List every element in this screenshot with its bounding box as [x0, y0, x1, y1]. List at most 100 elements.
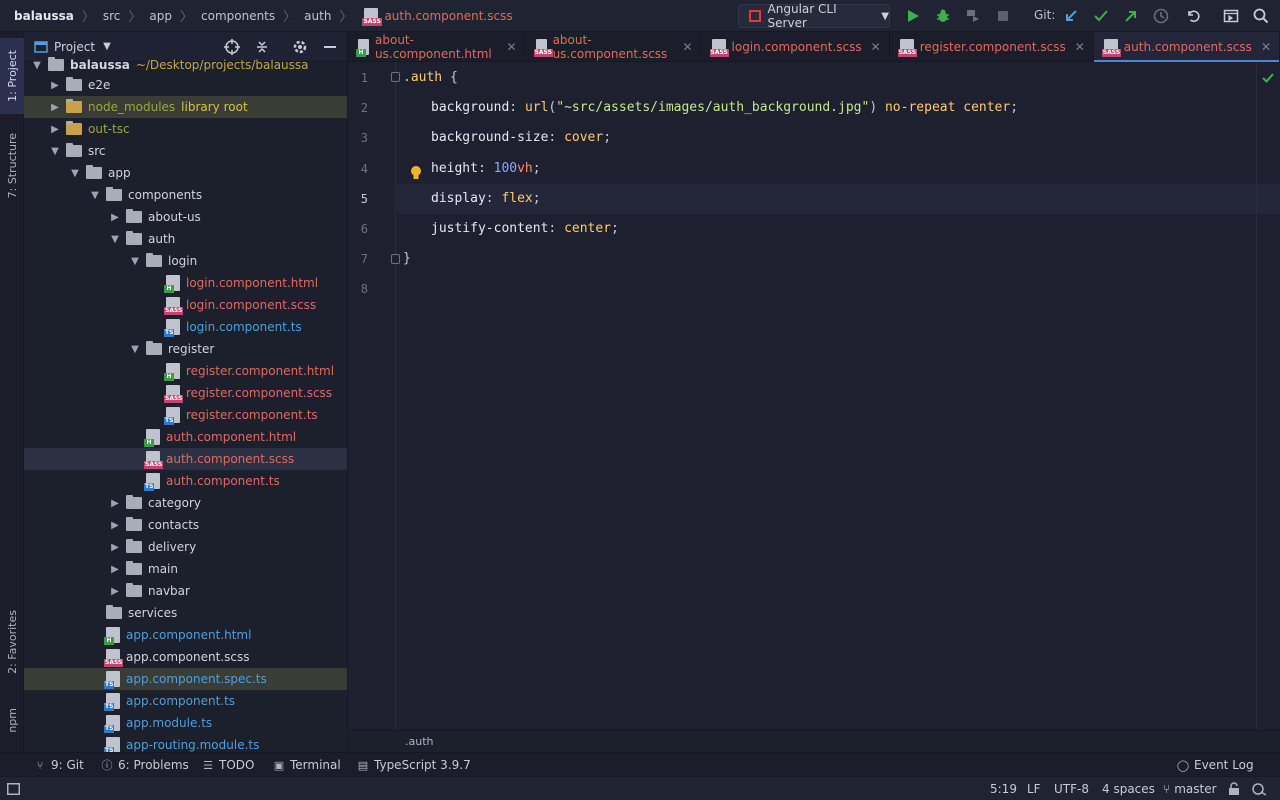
- git-history-button[interactable]: [1152, 7, 1170, 25]
- locate-button[interactable]: [224, 39, 240, 55]
- tree-row[interactable]: ▶ e2e: [24, 74, 347, 96]
- presentation-mode-button[interactable]: [1222, 7, 1240, 25]
- chevron-down-icon[interactable]: ▼: [128, 250, 142, 272]
- chevron-down-icon[interactable]: ▼: [128, 338, 142, 360]
- tree-row[interactable]: ▶ navbar: [24, 580, 347, 602]
- editor-tab-active[interactable]: SASS auth.component.scss ✕: [1093, 32, 1280, 62]
- chevron-down-icon[interactable]: ▼: [48, 140, 62, 162]
- problems-tool-button[interactable]: ⓘ 6: Problems: [101, 758, 189, 772]
- tree-row[interactable]: SASS app.component.scss: [24, 646, 347, 668]
- chevron-right-icon[interactable]: ▶: [48, 96, 62, 118]
- chevron-right-icon[interactable]: ▶: [108, 206, 122, 228]
- tree-row[interactable]: TS app.component.ts: [24, 690, 347, 712]
- tree-row[interactable]: ▼ auth: [24, 228, 347, 250]
- git-commit-button[interactable]: [1092, 7, 1110, 25]
- close-icon[interactable]: ✕: [1075, 40, 1085, 54]
- tree-row[interactable]: ▼ app: [24, 162, 347, 184]
- tree-row[interactable]: SASS register.component.scss: [24, 382, 347, 404]
- run-button[interactable]: [904, 7, 922, 25]
- todo-tool-button[interactable]: ☰ TODO: [202, 758, 254, 772]
- search-everywhere-button[interactable]: [1252, 7, 1270, 25]
- git-tool-button[interactable]: ⑂ 9: Git: [34, 758, 84, 772]
- settings-button[interactable]: [292, 39, 308, 55]
- fold-marker-icon[interactable]: [391, 254, 400, 264]
- chevron-right-icon[interactable]: ▶: [108, 580, 122, 602]
- close-icon[interactable]: ✕: [682, 40, 692, 54]
- breadcrumb-file[interactable]: SASS auth.component.scss: [360, 7, 513, 26]
- structure-tool-tab[interactable]: 7: Structure: [0, 124, 24, 208]
- tree-row-root[interactable]: ▼ balaussa ~/Desktop/projects/balaussa: [24, 54, 347, 76]
- tree-row[interactable]: ▼ src: [24, 140, 347, 162]
- hide-panel-button[interactable]: [322, 39, 338, 55]
- favorites-tool-tab[interactable]: 2: Favorites: [0, 600, 24, 684]
- tree-row[interactable]: ▼ login: [24, 250, 347, 272]
- tree-row[interactable]: ▼ components: [24, 184, 347, 206]
- chevron-right-icon[interactable]: ▶: [48, 118, 62, 140]
- breadcrumb-item[interactable]: src: [103, 9, 121, 23]
- chevron-right-icon[interactable]: ▶: [108, 514, 122, 536]
- tree-row[interactable]: H register.component.html: [24, 360, 347, 382]
- git-branch[interactable]: ⑂ master: [1163, 782, 1217, 796]
- terminal-tool-button[interactable]: ▣ Terminal: [273, 758, 341, 772]
- editor-breadcrumb-label[interactable]: .auth: [405, 735, 434, 748]
- breadcrumb-item[interactable]: auth: [304, 9, 331, 23]
- line-separator[interactable]: LF: [1027, 782, 1041, 796]
- event-log-button[interactable]: ◯ Event Log: [1177, 758, 1254, 772]
- tree-row[interactable]: ▶ main: [24, 558, 347, 580]
- close-icon[interactable]: ✕: [871, 40, 881, 54]
- editor-tab[interactable]: SASS login.component.scss ✕: [702, 32, 890, 62]
- chevron-right-icon[interactable]: ▶: [48, 74, 62, 96]
- collapse-all-button[interactable]: [254, 39, 270, 55]
- stop-button[interactable]: [994, 7, 1012, 25]
- breadcrumb-item[interactable]: app: [149, 9, 172, 23]
- git-update-button[interactable]: [1062, 7, 1080, 25]
- tree-row[interactable]: TS app-routing.module.ts: [24, 734, 347, 752]
- tree-row[interactable]: ▼ register: [24, 338, 347, 360]
- fold-marker-icon[interactable]: [391, 72, 400, 82]
- tree-row[interactable]: ▶ about-us: [24, 206, 347, 228]
- project-tool-tab[interactable]: 1: Project: [0, 38, 24, 114]
- tree-row[interactable]: TS app.component.spec.ts: [24, 668, 347, 690]
- indent-setting[interactable]: 4 spaces: [1102, 782, 1155, 796]
- inspector-icon[interactable]: [1252, 782, 1268, 796]
- close-icon[interactable]: ✕: [507, 40, 517, 54]
- tree-row[interactable]: H app.component.html: [24, 624, 347, 646]
- git-rollback-button[interactable]: [1184, 7, 1202, 25]
- editor-tab[interactable]: SASS register.component.scss ✕: [890, 32, 1094, 62]
- chevron-down-icon[interactable]: ▼: [88, 184, 102, 206]
- project-panel-title[interactable]: Project: [54, 40, 95, 54]
- panel-toggle-icon[interactable]: [7, 783, 20, 795]
- chevron-down-icon[interactable]: ▼: [108, 228, 122, 250]
- debug-button[interactable]: [934, 7, 952, 25]
- file-encoding[interactable]: UTF-8: [1054, 782, 1089, 796]
- tree-row[interactable]: ▶ out-tsc: [24, 118, 347, 140]
- chevron-right-icon[interactable]: ▶: [108, 492, 122, 514]
- git-push-button[interactable]: [1122, 7, 1140, 25]
- tree-row[interactable]: TS login.component.ts: [24, 316, 347, 338]
- editor-tab[interactable]: SASS about-us.component.scss ✕: [526, 32, 702, 62]
- tree-row[interactable]: H auth.component.html: [24, 426, 347, 448]
- tree-row[interactable]: SASS login.component.scss: [24, 294, 347, 316]
- tree-row[interactable]: TS auth.component.ts: [24, 470, 347, 492]
- tree-row[interactable]: ▶ delivery: [24, 536, 347, 558]
- lock-icon[interactable]: [1228, 782, 1240, 796]
- chevron-down-icon[interactable]: ▼: [30, 54, 44, 76]
- tree-row[interactable]: ▶ contacts: [24, 514, 347, 536]
- breadcrumb-item[interactable]: components: [201, 9, 275, 23]
- tree-row[interactable]: TS register.component.ts: [24, 404, 347, 426]
- coverage-button[interactable]: [964, 7, 982, 25]
- caret-position[interactable]: 5:19: [990, 782, 1017, 796]
- tree-row[interactable]: ▶ node_modules library root: [24, 96, 347, 118]
- npm-tool-tab[interactable]: npm: [0, 694, 24, 746]
- typescript-tool-button[interactable]: ▤ TypeScript 3.9.7: [357, 758, 471, 772]
- chevron-down-icon[interactable]: ▼: [68, 162, 82, 184]
- run-configuration-dropdown[interactable]: Angular CLI Server ▼: [738, 2, 890, 30]
- lightbulb-icon[interactable]: [410, 165, 422, 181]
- tree-row[interactable]: SASS auth.component.scss: [24, 448, 347, 470]
- chevron-right-icon[interactable]: ▶: [108, 536, 122, 558]
- tree-row[interactable]: TS app.module.ts: [24, 712, 347, 734]
- chevron-down-icon[interactable]: ▼: [103, 41, 111, 52]
- tree-row[interactable]: ▶ category: [24, 492, 347, 514]
- code-editor[interactable]: 1 2 3 4 5 6 7 8 .auth { background: url(…: [348, 62, 1280, 730]
- chevron-right-icon[interactable]: ▶: [108, 558, 122, 580]
